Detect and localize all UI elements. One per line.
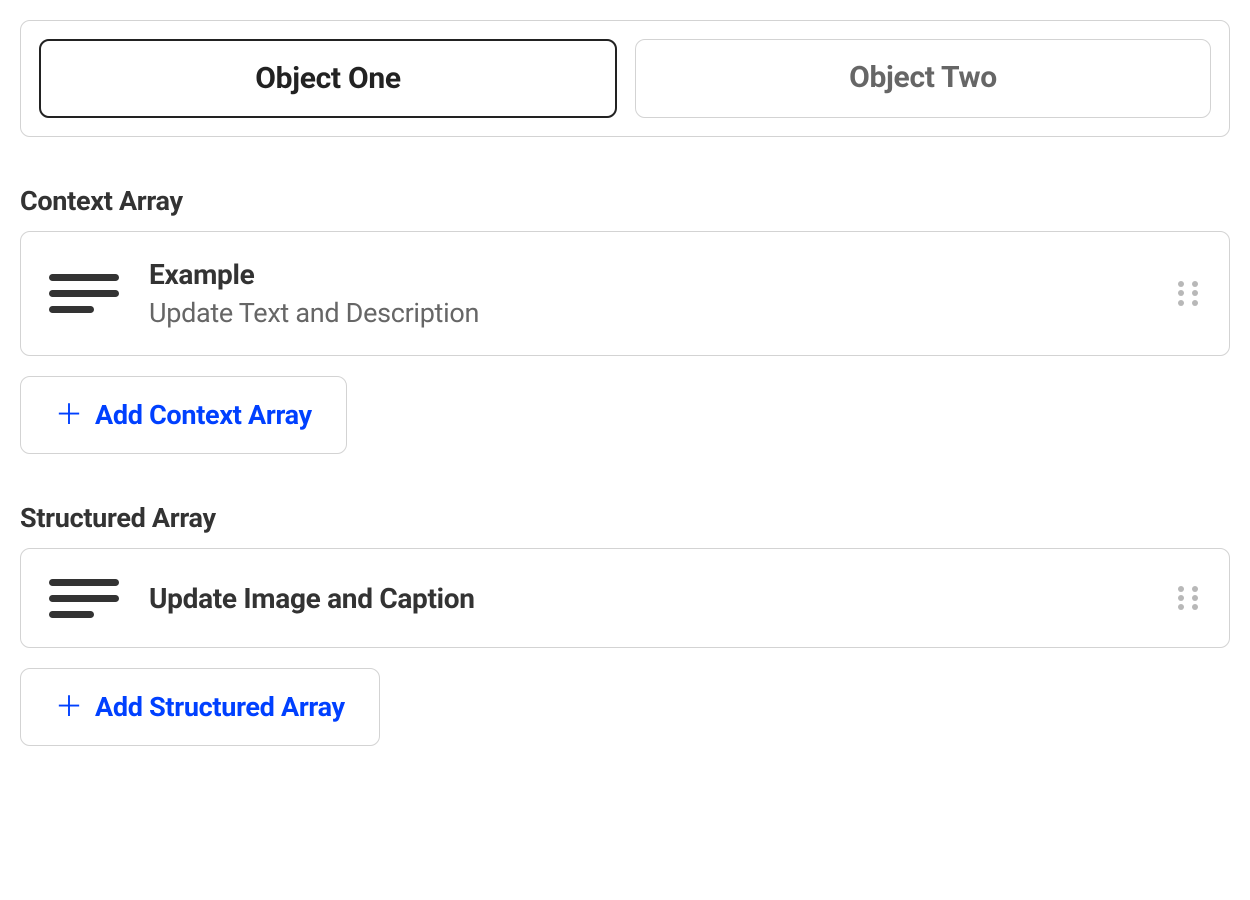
context-array-label: Context Array xyxy=(20,185,1230,217)
structured-array-item[interactable]: Update Image and Caption xyxy=(20,548,1230,648)
add-structured-label: Add Structured Array xyxy=(95,691,345,723)
add-context-array-button[interactable]: ＋ Add Context Array xyxy=(20,376,347,454)
context-array-section: Context Array Example Update Text and De… xyxy=(20,185,1230,502)
context-array-item[interactable]: Example Update Text and Description xyxy=(20,231,1230,356)
object-tab-group: Object One Object Two xyxy=(20,20,1230,137)
drag-handle-icon[interactable] xyxy=(1175,585,1201,611)
drag-handle-icon[interactable] xyxy=(1175,281,1201,307)
list-icon xyxy=(49,271,119,317)
context-item-content: Example Update Text and Description xyxy=(149,258,1175,329)
tab-object-one[interactable]: Object One xyxy=(39,39,617,118)
tab-object-two[interactable]: Object Two xyxy=(635,39,1211,118)
context-item-subtitle: Update Text and Description xyxy=(149,297,1175,329)
structured-item-title: Update Image and Caption xyxy=(149,582,1175,615)
structured-item-content: Update Image and Caption xyxy=(149,582,1175,615)
list-icon xyxy=(49,575,119,621)
structured-array-section: Structured Array Update Image and Captio… xyxy=(20,502,1230,794)
plus-icon: ＋ xyxy=(55,401,83,429)
add-structured-array-button[interactable]: ＋ Add Structured Array xyxy=(20,668,380,746)
structured-array-label: Structured Array xyxy=(20,502,1230,534)
context-item-title: Example xyxy=(149,258,1175,291)
add-context-label: Add Context Array xyxy=(95,399,312,431)
plus-icon: ＋ xyxy=(55,693,83,721)
